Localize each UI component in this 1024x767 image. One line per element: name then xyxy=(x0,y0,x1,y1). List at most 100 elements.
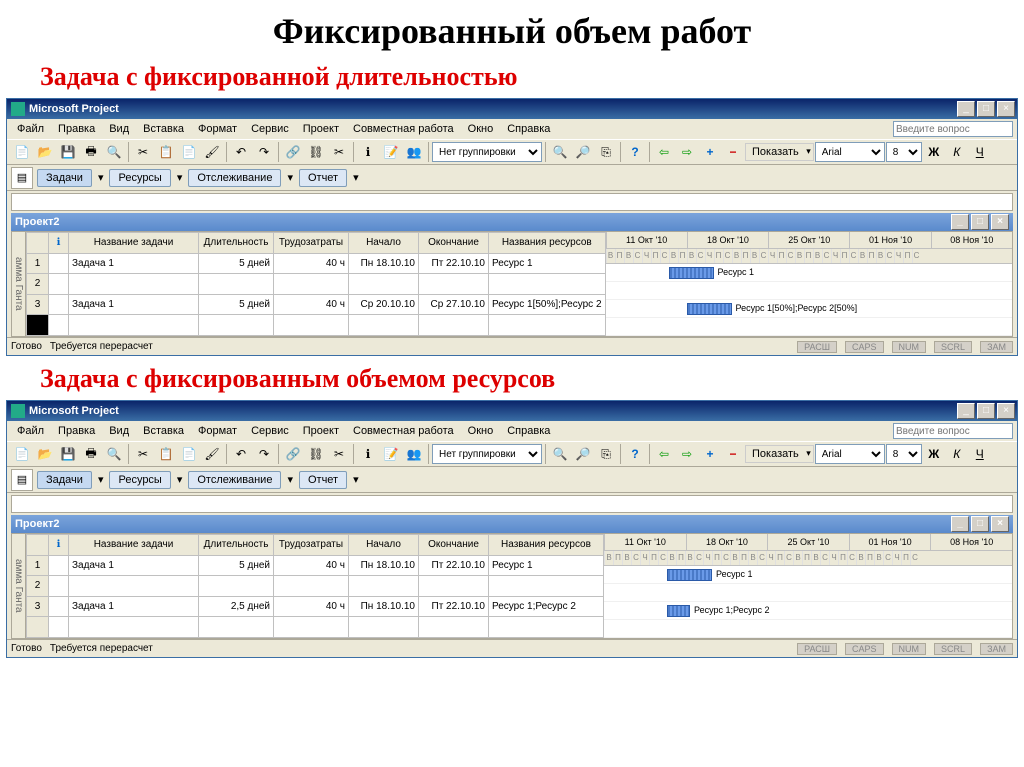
underline-icon[interactable]: Ч xyxy=(969,443,991,465)
size-combo[interactable]: 8 xyxy=(886,444,922,464)
help-search-input[interactable] xyxy=(893,121,1013,137)
maximize-button[interactable]: □ xyxy=(977,403,995,419)
format-painter-icon[interactable]: 🖌 xyxy=(201,443,223,465)
col-name[interactable]: Название задачи xyxy=(69,233,199,254)
gantt-bar[interactable] xyxy=(687,303,732,315)
zoom-out-icon[interactable]: 🔎 xyxy=(572,443,594,465)
col-info[interactable]: ℹ xyxy=(49,535,69,556)
info-icon[interactable]: ℹ xyxy=(357,141,379,163)
menu-file[interactable]: Файл xyxy=(11,121,50,137)
menu-help[interactable]: Справка xyxy=(501,423,556,439)
save-icon[interactable]: 💾 xyxy=(57,443,79,465)
format-painter-icon[interactable]: 🖌 xyxy=(201,141,223,163)
gantt-bar[interactable] xyxy=(669,267,714,279)
menu-format[interactable]: Формат xyxy=(192,423,243,439)
doc-minimize-button[interactable]: _ xyxy=(951,516,969,532)
view-strip[interactable]: амма Ганта xyxy=(12,232,26,336)
report-button[interactable]: Отчет xyxy=(299,169,347,187)
undo-icon[interactable]: ↶ xyxy=(230,443,252,465)
doc-close-button[interactable]: × xyxy=(991,214,1009,230)
menu-window[interactable]: Окно xyxy=(462,121,500,137)
open-icon[interactable]: 📂 xyxy=(34,141,56,163)
plus-icon[interactable]: + xyxy=(699,443,721,465)
redo-icon[interactable]: ↷ xyxy=(253,141,275,163)
menu-edit[interactable]: Правка xyxy=(52,121,101,137)
cut-icon[interactable]: ✂ xyxy=(132,141,154,163)
notes-icon[interactable]: 📝 xyxy=(380,141,402,163)
formula-bar[interactable] xyxy=(11,495,1013,513)
gantt-view-icon[interactable]: ▤ xyxy=(11,469,33,491)
group-combo[interactable]: Нет группировки xyxy=(432,142,542,162)
menu-project[interactable]: Проект xyxy=(297,121,345,137)
preview-icon[interactable]: 🔍 xyxy=(103,141,125,163)
help-icon[interactable]: ? xyxy=(624,443,646,465)
gantt-chart[interactable]: 11 Окт '1018 Окт '1025 Окт '1001 Ноя '10… xyxy=(604,534,1012,638)
col-work[interactable]: Трудозатраты xyxy=(274,233,349,254)
menu-collab[interactable]: Совместная работа xyxy=(347,121,460,137)
arrow-left-icon[interactable]: ⇦ xyxy=(653,443,675,465)
maximize-button[interactable]: □ xyxy=(977,101,995,117)
resources-button[interactable]: Ресурсы xyxy=(109,169,170,187)
tasks-button[interactable]: Задачи xyxy=(37,169,92,187)
gantt-bar[interactable] xyxy=(667,605,690,617)
assign-icon[interactable]: 👥 xyxy=(403,141,425,163)
bold-icon[interactable]: Ж xyxy=(923,443,945,465)
new-icon[interactable]: 📄 xyxy=(11,141,33,163)
col-finish[interactable]: Окончание xyxy=(419,233,489,254)
menu-insert[interactable]: Вставка xyxy=(137,423,190,439)
paste-icon[interactable]: 📄 xyxy=(178,443,200,465)
col-finish[interactable]: Окончание xyxy=(419,535,489,556)
print-icon[interactable]: 🖶 xyxy=(80,443,102,465)
help-icon[interactable]: ? xyxy=(624,141,646,163)
menu-view[interactable]: Вид xyxy=(103,121,135,137)
menu-file[interactable]: Файл xyxy=(11,423,50,439)
arrow-right-icon[interactable]: ⇨ xyxy=(676,443,698,465)
doc-close-button[interactable]: × xyxy=(991,516,1009,532)
resources-button[interactable]: Ресурсы xyxy=(109,471,170,489)
col-info[interactable]: ℹ xyxy=(49,233,69,254)
show-dropdown[interactable]: Показать xyxy=(745,143,814,161)
menu-format[interactable]: Формат xyxy=(192,121,243,137)
gantt-view-icon[interactable]: ▤ xyxy=(11,167,33,189)
bold-icon[interactable]: Ж xyxy=(923,141,945,163)
paste-icon[interactable]: 📄 xyxy=(178,141,200,163)
close-button[interactable]: × xyxy=(997,101,1015,117)
zoom-out-icon[interactable]: 🔎 xyxy=(572,141,594,163)
goto-icon[interactable]: ⎘ xyxy=(595,141,617,163)
view-strip[interactable]: амма Ганта xyxy=(12,534,26,638)
minimize-button[interactable]: _ xyxy=(957,403,975,419)
tracking-button[interactable]: Отслеживание xyxy=(188,169,281,187)
menu-help[interactable]: Справка xyxy=(501,121,556,137)
save-icon[interactable]: 💾 xyxy=(57,141,79,163)
gantt-chart[interactable]: 11 Окт '1018 Окт '1025 Окт '1001 Ноя '10… xyxy=(606,232,1012,336)
font-combo[interactable]: Arial xyxy=(815,142,885,162)
close-button[interactable]: × xyxy=(997,403,1015,419)
report-button[interactable]: Отчет xyxy=(299,471,347,489)
print-icon[interactable]: 🖶 xyxy=(80,141,102,163)
italic-icon[interactable]: К xyxy=(946,443,968,465)
cut-icon[interactable]: ✂ xyxy=(132,443,154,465)
menu-project[interactable]: Проект xyxy=(297,423,345,439)
group-combo[interactable]: Нет группировки xyxy=(432,444,542,464)
menu-service[interactable]: Сервис xyxy=(245,423,295,439)
col-name[interactable]: Название задачи xyxy=(69,535,199,556)
split-icon[interactable]: ✂ xyxy=(328,141,350,163)
menu-window[interactable]: Окно xyxy=(462,423,500,439)
font-combo[interactable]: Arial xyxy=(815,444,885,464)
unlink-icon[interactable]: ⛓ xyxy=(305,443,327,465)
gantt-bar[interactable] xyxy=(667,569,712,581)
col-resources[interactable]: Названия ресурсов xyxy=(489,535,604,556)
col-work[interactable]: Трудозатраты xyxy=(274,535,349,556)
menu-view[interactable]: Вид xyxy=(103,423,135,439)
undo-icon[interactable]: ↶ xyxy=(230,141,252,163)
split-icon[interactable]: ✂ xyxy=(328,443,350,465)
task-grid[interactable]: ℹ Название задачи Длительность Трудозатр… xyxy=(26,232,606,336)
formula-bar[interactable] xyxy=(11,193,1013,211)
col-start[interactable]: Начало xyxy=(349,535,419,556)
doc-maximize-button[interactable]: □ xyxy=(971,214,989,230)
menu-collab[interactable]: Совместная работа xyxy=(347,423,460,439)
zoom-icon[interactable]: 🔍 xyxy=(549,443,571,465)
show-dropdown[interactable]: Показать xyxy=(745,445,814,463)
doc-maximize-button[interactable]: □ xyxy=(971,516,989,532)
new-icon[interactable]: 📄 xyxy=(11,443,33,465)
